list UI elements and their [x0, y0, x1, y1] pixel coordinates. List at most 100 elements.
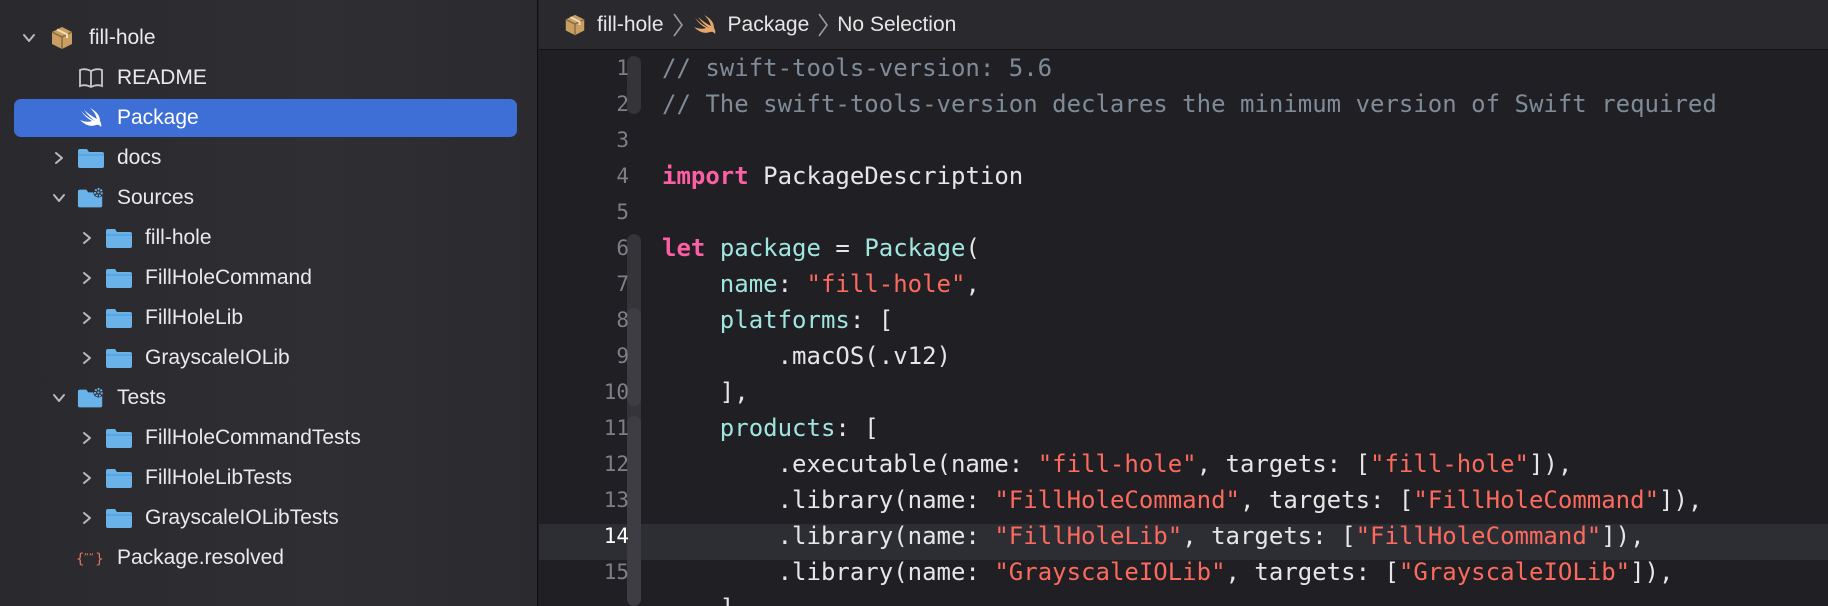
line-number[interactable]: 2	[549, 86, 629, 122]
line-number[interactable]: 1	[549, 50, 629, 86]
swift-icon	[77, 106, 105, 130]
code-token: "fill-hole"	[1037, 450, 1197, 478]
jumpbar-symbol[interactable]: No Selection	[837, 13, 956, 37]
chevron-down-icon[interactable]	[50, 189, 68, 207]
code-line[interactable]: .library(name: "GrayscaleIOLib", targets…	[662, 554, 1674, 590]
navigator-item-fillholecommandtests[interactable]: FillHoleCommandTests	[14, 419, 517, 457]
folder-icon	[105, 426, 133, 450]
code-line[interactable]: // The swift-tools-version declares the …	[662, 86, 1717, 122]
code-token: "GrayscaleIOLib"	[994, 558, 1226, 586]
chevron-right-icon[interactable]	[78, 349, 96, 367]
chevron-right-icon[interactable]	[78, 429, 96, 447]
code-area[interactable]: // swift-tools-version: 5.6 // The swift-…	[662, 50, 1828, 606]
line-number[interactable]: 5	[549, 194, 629, 230]
line-number[interactable]: 14	[549, 518, 629, 554]
code-token: "FillHoleCommand"	[1355, 522, 1602, 550]
jumpbar-symbol-label: No Selection	[837, 12, 957, 36]
code-token: :	[777, 270, 807, 298]
book-icon	[77, 66, 105, 90]
navigator-item-grayscaleiolibtests[interactable]: GrayscaleIOLibTests	[14, 499, 517, 537]
chevron-down-icon[interactable]	[50, 389, 68, 407]
code-token: , targets: [	[1225, 558, 1399, 586]
code-token: .executable(name:	[662, 450, 1038, 478]
chevron-down-icon[interactable]	[20, 29, 38, 47]
code-token: =	[820, 234, 865, 262]
chevron-right-icon[interactable]	[78, 229, 96, 247]
navigator-item-label: README	[117, 66, 207, 89]
navigator-item-fillholelib[interactable]: FillHoleLib	[14, 299, 517, 337]
jumpbar-project[interactable]: fill-hole	[563, 13, 664, 37]
jumpbar-project-label: fill-hole	[597, 12, 664, 36]
code-line[interactable]: import PackageDescription	[662, 158, 1023, 194]
code-line[interactable]: ],	[662, 590, 749, 606]
line-number[interactable]: 6	[549, 230, 629, 266]
code-token: "FillHoleLib"	[994, 522, 1183, 550]
folder-icon	[105, 266, 133, 290]
fold-ribbon[interactable]	[627, 308, 641, 406]
chevron-right-icon[interactable]	[78, 309, 96, 327]
line-number[interactable]: 11	[549, 410, 629, 446]
navigator-item-label: FillHoleLibTests	[145, 466, 293, 489]
navigator-item-fill-hole-root[interactable]: fill-hole	[14, 19, 517, 57]
line-number[interactable]: 15	[549, 554, 629, 590]
jumpbar-file[interactable]: Package	[692, 13, 809, 37]
line-number[interactable]: 7	[549, 266, 629, 302]
navigator-item-readme[interactable]: README	[14, 59, 517, 97]
navigator-item-fillholelibtests[interactable]: FillHoleLibTests	[14, 459, 517, 497]
code-token: import	[662, 162, 749, 190]
folder-icon	[105, 346, 133, 370]
code-line[interactable]: products: [	[662, 410, 879, 446]
code-token: // swift-tools-version: 5.6	[662, 54, 1053, 82]
code-line[interactable]: .library(name: "FillHoleLib", targets: […	[662, 518, 1645, 554]
code-token: "fill-hole"	[806, 270, 966, 298]
folder-icon	[105, 506, 133, 530]
folder-icon	[77, 146, 105, 170]
code-line[interactable]: .macOS(.v12)	[662, 338, 951, 374]
package-icon	[563, 13, 587, 37]
line-number[interactable]: 3	[549, 122, 629, 158]
fold-ribbon[interactable]	[627, 416, 641, 606]
line-number[interactable]: 9	[549, 338, 629, 374]
navigator-item-package[interactable]: Package	[14, 99, 517, 137]
fold-ribbon[interactable]	[627, 56, 641, 114]
code-line[interactable]: platforms: [	[662, 302, 893, 338]
line-number[interactable]: 10	[549, 374, 629, 410]
navigator-item-package-resolved[interactable]: { ““ } Package.resolved	[14, 539, 517, 577]
navigator-item-fillholecommand[interactable]: FillHoleCommand	[14, 259, 517, 297]
code-line[interactable]: name: "fill-hole",	[662, 266, 980, 302]
folder-icon	[105, 226, 133, 250]
line-number[interactable]: 8	[549, 302, 629, 338]
code-token: ],	[662, 594, 749, 606]
code-token: name	[719, 270, 778, 298]
navigator-item-fill-hole-folder[interactable]: fill-hole	[14, 219, 517, 257]
navigator-item-label: GrayscaleIOLibTests	[145, 506, 339, 529]
navigator-item-label: Package.resolved	[117, 546, 284, 569]
code-token: ]),	[1601, 522, 1645, 550]
code-line[interactable]: // swift-tools-version: 5.6	[662, 50, 1052, 86]
navigator-item-tests[interactable]: Tests	[14, 379, 517, 417]
code-line[interactable]: ],	[662, 374, 749, 410]
line-number[interactable]: 12	[549, 446, 629, 482]
line-number[interactable]: 13	[549, 482, 629, 518]
chevron-right-icon[interactable]	[78, 509, 96, 527]
chevron-right-icon[interactable]	[78, 469, 96, 487]
code-token: .library(name:	[662, 486, 995, 514]
code-token: ]),	[1630, 558, 1674, 586]
line-number[interactable]: 4	[549, 158, 629, 194]
chevron-right-icon[interactable]	[78, 269, 96, 287]
code-token: "FillHoleCommand"	[994, 486, 1240, 514]
navigator-item-grayscaleiolib[interactable]: GrayscaleIOLib	[14, 339, 517, 377]
navigator-item-docs[interactable]: docs	[14, 139, 517, 177]
code-token: ]),	[1528, 450, 1573, 478]
code-line[interactable]: .executable(name: "fill-hole", targets: …	[662, 446, 1573, 482]
code-line[interactable]: .library(name: "FillHoleCommand", target…	[662, 482, 1703, 518]
source-editor[interactable]: fill-hole Package No Selection 123456789…	[539, 0, 1828, 606]
navigator-item-sources[interactable]: Sources	[14, 179, 517, 217]
chevron-right-icon[interactable]	[50, 149, 68, 167]
navigator-item-label: Tests	[117, 386, 167, 409]
navigator-item-label: Package	[117, 106, 199, 129]
code-line[interactable]: let package = Package(	[662, 230, 980, 266]
